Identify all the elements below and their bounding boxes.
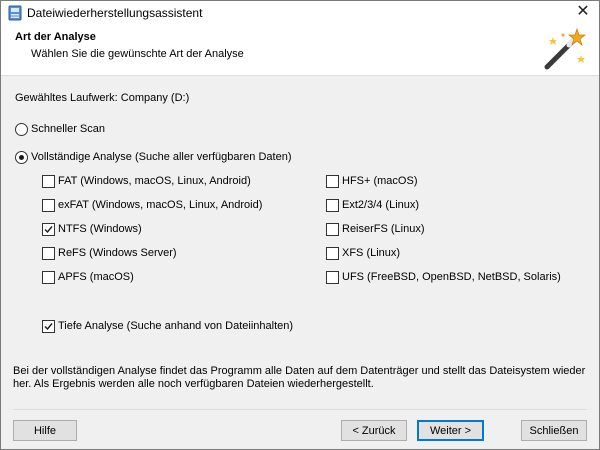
quick-scan-radio[interactable] — [15, 123, 28, 136]
close-button[interactable]: Schließen — [521, 420, 587, 441]
header-subtitle: Wählen Sie die gewünschte Art der Analys… — [31, 48, 244, 60]
fs-exfat-checkbox[interactable] — [42, 199, 55, 212]
fs-fat-checkbox[interactable] — [42, 175, 55, 188]
fs-ufs-checkbox[interactable] — [326, 271, 339, 284]
fs-refs-label[interactable]: ReFS (Windows Server) — [58, 247, 177, 259]
selected-drive-label: Gewähltes Laufwerk: Company (D:) — [15, 92, 190, 104]
help-button[interactable]: Hilfe — [13, 420, 77, 441]
fs-xfs-checkbox[interactable] — [326, 247, 339, 260]
header-title: Art der Analyse — [15, 31, 96, 43]
fs-ext-checkbox[interactable] — [326, 199, 339, 212]
wizard-header: Art der Analyse Wählen Sie die gewünscht… — [1, 25, 599, 76]
checkmark-icon — [44, 226, 53, 234]
magic-wand-icon — [539, 27, 587, 75]
footer-divider — [13, 409, 587, 410]
fs-fat-label[interactable]: FAT (Windows, macOS, Linux, Android) — [58, 175, 251, 187]
fs-ext-label[interactable]: Ext2/3/4 (Linux) — [342, 199, 419, 211]
full-analysis-label[interactable]: Vollständige Analyse (Suche aller verfüg… — [31, 151, 292, 163]
back-button[interactable]: < Zurück — [341, 420, 407, 441]
fs-ntfs-checkbox[interactable] — [42, 223, 55, 236]
fs-reiserfs-checkbox[interactable] — [326, 223, 339, 236]
close-icon[interactable]: ✕ — [567, 1, 599, 25]
fs-hfsplus-label[interactable]: HFS+ (macOS) — [342, 175, 417, 187]
title-bar: Dateiwiederherstellungsassistent ✕ — [1, 1, 599, 25]
fs-xfs-label[interactable]: XFS (Linux) — [342, 247, 400, 259]
deep-analysis-checkbox[interactable] — [42, 320, 55, 333]
fs-refs-checkbox[interactable] — [42, 247, 55, 260]
fs-reiserfs-label[interactable]: ReiserFS (Linux) — [342, 223, 425, 235]
checkmark-icon — [44, 323, 53, 331]
fs-ntfs-label[interactable]: NTFS (Windows) — [58, 223, 142, 235]
quick-scan-label[interactable]: Schneller Scan — [31, 123, 105, 135]
fs-ufs-label[interactable]: UFS (FreeBSD, OpenBSD, NetBSD, Solaris) — [342, 271, 561, 283]
window-title: Dateiwiederherstellungsassistent — [27, 6, 203, 20]
wizard-window: Dateiwiederherstellungsassistent ✕ Art d… — [0, 0, 600, 450]
fs-exfat-label[interactable]: exFAT (Windows, macOS, Linux, Android) — [58, 199, 262, 211]
fs-hfsplus-checkbox[interactable] — [326, 175, 339, 188]
next-button[interactable]: Weiter > — [417, 420, 484, 441]
deep-analysis-label[interactable]: Tiefe Analyse (Suche anhand von Dateiinh… — [58, 320, 293, 332]
full-analysis-radio[interactable] — [15, 151, 28, 164]
fs-apfs-checkbox[interactable] — [42, 271, 55, 284]
app-icon — [7, 5, 23, 21]
analysis-description: Bei der vollständigen Analyse findet das… — [13, 365, 586, 390]
fs-apfs-label[interactable]: APFS (macOS) — [58, 271, 134, 283]
